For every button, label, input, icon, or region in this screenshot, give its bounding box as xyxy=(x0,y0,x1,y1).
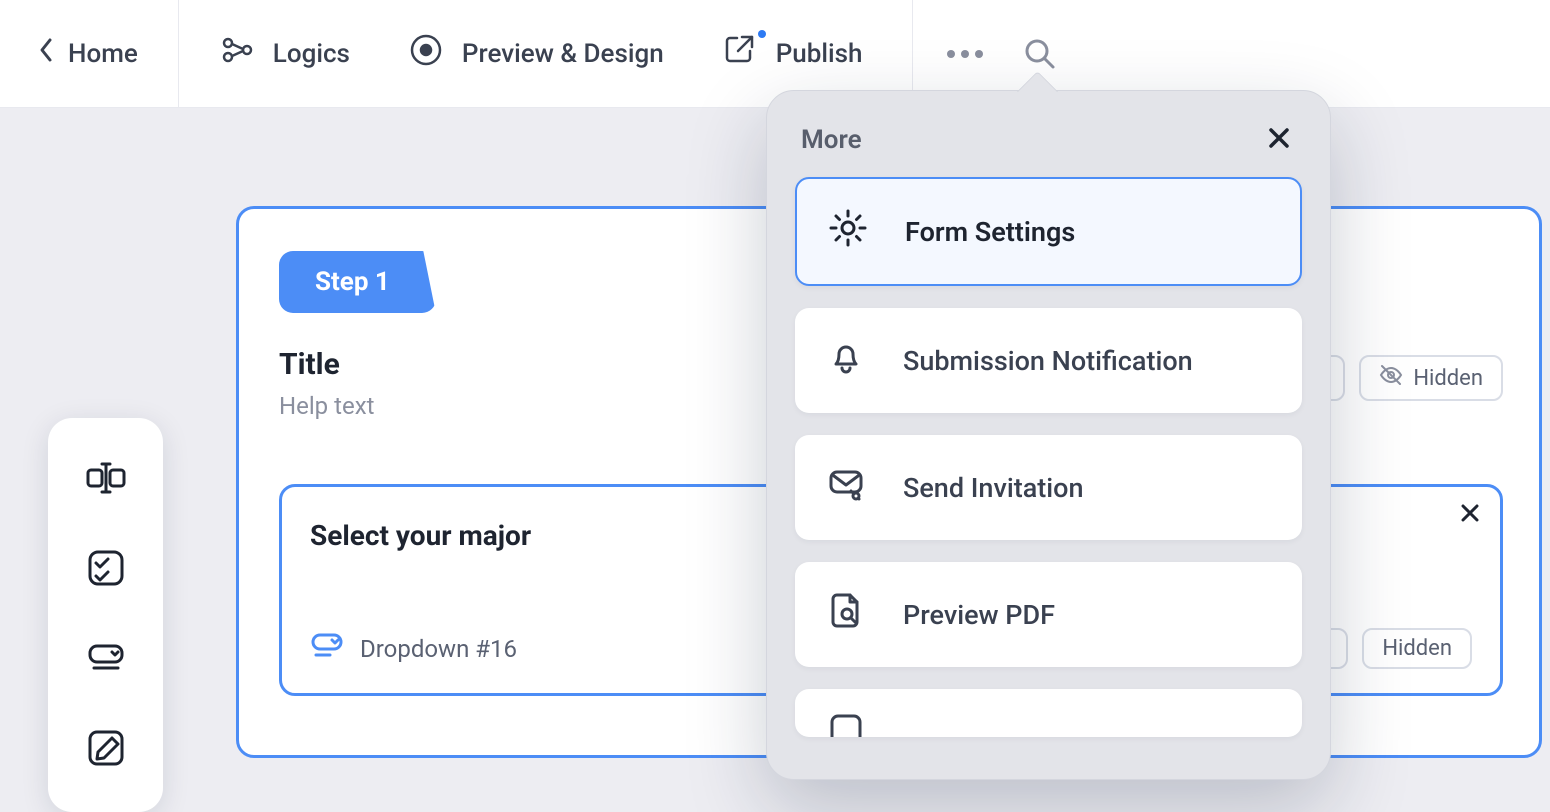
dropdown-field-icon xyxy=(310,629,344,669)
nav-preview-design[interactable]: Preview & Design xyxy=(408,32,664,75)
nav-right xyxy=(943,37,1057,71)
eye-off-icon xyxy=(1379,363,1403,393)
publish-indicator-dot xyxy=(758,30,766,38)
menu-item-label: Form Settings xyxy=(905,216,1075,248)
menu-item-label: Send Invitation xyxy=(903,472,1083,504)
popover-header: More xyxy=(795,121,1302,177)
nav-logics-label: Logics xyxy=(273,39,350,69)
nav-items: Logics Preview & Design Publish xyxy=(179,0,863,107)
menu-item-label: Preview PDF xyxy=(903,599,1055,631)
tool-text-input[interactable] xyxy=(84,456,128,504)
menu-item-submission-notification[interactable]: Submission Notification xyxy=(795,308,1302,413)
logics-icon xyxy=(219,32,255,75)
menu-item-send-invitation[interactable]: Send Invitation xyxy=(795,435,1302,540)
home-button[interactable]: Home xyxy=(0,0,179,107)
field-hidden-chip-label: Hidden xyxy=(1382,636,1452,661)
pdf-preview-icon xyxy=(825,590,867,639)
field-close-button[interactable] xyxy=(1458,501,1482,529)
step-badge: Step 1 xyxy=(279,251,436,313)
menu-item-label: Submission Notification xyxy=(903,345,1193,377)
tool-checklist[interactable] xyxy=(84,546,128,594)
more-popover: More Form Settings Submission Notificati… xyxy=(766,90,1331,780)
field-type-label: Dropdown #16 xyxy=(360,635,517,663)
popover-title: More xyxy=(801,125,862,155)
envelope-edit-icon xyxy=(825,463,867,512)
field-hidden-chip[interactable]: Hidden xyxy=(1362,628,1472,669)
bell-icon xyxy=(825,336,867,385)
nav-publish-label: Publish xyxy=(776,39,863,69)
popover-close-button[interactable] xyxy=(1266,125,1292,155)
home-label: Home xyxy=(68,39,138,69)
tool-edit[interactable] xyxy=(84,726,128,774)
hidden-chip-label: Hidden xyxy=(1413,366,1483,391)
hidden-chip[interactable]: Hidden xyxy=(1359,355,1503,401)
step-badge-label: Step 1 xyxy=(315,267,390,297)
nav-publish[interactable]: Publish xyxy=(722,32,863,75)
chevron-left-icon xyxy=(38,37,54,70)
tool-rail xyxy=(48,418,163,812)
publish-icon xyxy=(722,32,758,75)
search-button[interactable] xyxy=(1023,37,1057,71)
nav-logics[interactable]: Logics xyxy=(219,32,350,75)
menu-item-form-settings[interactable]: Form Settings xyxy=(795,177,1302,286)
preview-icon xyxy=(408,32,444,75)
tool-dropdown[interactable] xyxy=(84,636,128,684)
top-nav: Home Logics Preview & Design Publish xyxy=(0,0,1550,108)
menu-item-preview-pdf[interactable]: Preview PDF xyxy=(795,562,1302,667)
generic-icon xyxy=(825,709,867,737)
gear-icon xyxy=(827,207,869,256)
more-menu-button[interactable] xyxy=(943,48,987,60)
field-type[interactable]: Dropdown #16 xyxy=(310,629,517,669)
menu-item-partial[interactable] xyxy=(795,689,1302,737)
nav-preview-label: Preview & Design xyxy=(462,39,664,69)
